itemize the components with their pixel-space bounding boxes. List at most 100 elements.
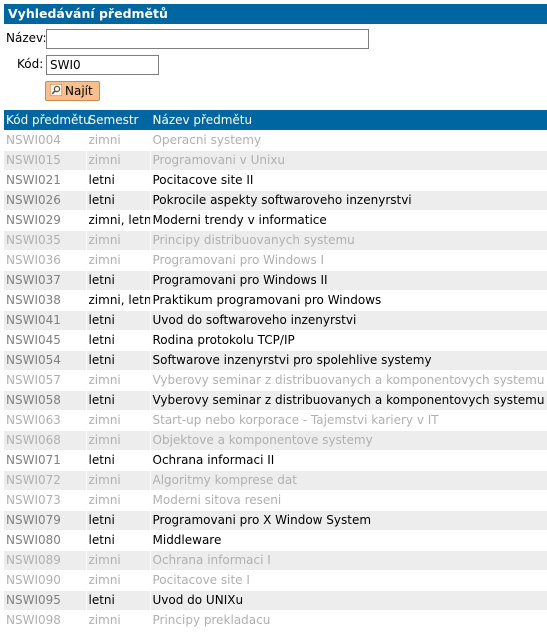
course-code-cell: NSWI045	[4, 330, 87, 351]
semester-cell: zimni	[86, 410, 151, 431]
column-header-code[interactable]: Kód předmětu	[4, 110, 91, 130]
course-name-cell[interactable]: Praktikum programovani pro Windows	[150, 290, 547, 311]
semester-cell: letni	[86, 530, 151, 551]
table-row[interactable]: NSWI057 zimni Vyberovy seminar z distribuo…	[4, 370, 547, 391]
table-row[interactable]: NSWI072 zimni Algoritmy komprese dat	[4, 470, 547, 491]
table-row[interactable]: NSWI095 letni Uvod do UNIXu	[4, 590, 547, 611]
semester-cell: zimni	[86, 570, 151, 591]
course-name-cell[interactable]: Vyberovy seminar z distribuovanych a kom…	[150, 370, 547, 391]
table-row[interactable]: NSWI037 letni Programovani pro Windows II	[4, 270, 547, 291]
table-row[interactable]: NSWI071 letni Ochrana informaci II	[4, 450, 547, 471]
table-row[interactable]: NSWI089 zimni Ochrana informaci I	[4, 550, 547, 571]
table-row[interactable]: NSWI073 zimni Moderni sitova reseni	[4, 490, 547, 511]
course-name-cell[interactable]: Principy distribuovanych systemu	[150, 230, 547, 251]
table-row[interactable]: NSWI098 zimni Principy prekladacu	[4, 610, 547, 631]
course-code-cell: NSWI063	[4, 410, 87, 431]
course-name-cell[interactable]: Pocitacove site II	[150, 170, 547, 191]
code-input[interactable]	[46, 55, 159, 75]
name-input[interactable]	[46, 29, 369, 49]
column-header-semester[interactable]: Semestr	[86, 110, 151, 130]
semester-cell: letni	[86, 310, 151, 331]
course-code-cell: NSWI054	[4, 350, 87, 371]
table-row[interactable]: NSWI026 letni Pokrocile aspekty softwarove…	[4, 190, 547, 211]
course-name-cell[interactable]: Middleware	[150, 530, 547, 551]
table-row[interactable]: NSWI045 letni Rodina protokolu TCP/IP	[4, 330, 547, 351]
course-name-cell[interactable]: Pokrocile aspekty softwaroveho inzenyrst…	[150, 190, 547, 211]
semester-cell: zimni	[86, 470, 151, 491]
course-code-cell: NSWI041	[4, 310, 87, 331]
course-name-cell[interactable]: Start-up nebo korporace - Tajemstvi kari…	[150, 410, 547, 431]
table-row[interactable]: NSWI079 letni Programovani pro X Window Sy…	[4, 510, 547, 531]
course-name-cell[interactable]: Uvod do UNIXu	[150, 590, 547, 611]
semester-cell: letni	[86, 330, 151, 351]
semester-cell: zimni, letni	[86, 210, 151, 231]
course-code-cell: NSWI079	[4, 510, 87, 531]
course-name-cell[interactable]: Programovani pro Windows I	[150, 250, 547, 271]
course-name-cell[interactable]: Softwarove inzenyrstvi pro spolehlive sy…	[150, 350, 547, 371]
course-code-cell: NSWI072	[4, 470, 87, 491]
course-name-cell[interactable]: Programovani pro Windows II	[150, 270, 547, 291]
table-row[interactable]: NSWI068 zimni Objektove a komponentove sys…	[4, 430, 547, 451]
table-row[interactable]: NSWI036 zimni Programovani pro Windows I	[4, 250, 547, 271]
course-code-cell: NSWI098	[4, 610, 87, 631]
semester-cell: letni	[86, 170, 151, 191]
course-name-cell[interactable]: Vyberovy seminar z distribuovanych a kom…	[150, 390, 547, 411]
table-row[interactable]: NSWI041 letni Uvod do softwaroveho inzenyr…	[4, 310, 547, 331]
table-row[interactable]: NSWI015 zimni Programovani v Unixu	[4, 150, 547, 171]
course-code-cell: NSWI026	[4, 190, 87, 211]
course-code-cell: NSWI036	[4, 250, 87, 271]
magnifier-icon	[49, 83, 63, 101]
course-code-cell: NSWI090	[4, 570, 87, 591]
semester-cell: letni	[86, 590, 151, 611]
course-name-cell[interactable]: Moderni trendy v informatice	[150, 210, 547, 231]
course-code-cell: NSWI068	[4, 430, 87, 451]
course-code-cell: NSWI015	[4, 150, 87, 171]
semester-cell: letni	[86, 350, 151, 371]
search-button[interactable]: Najít	[45, 81, 100, 101]
table-row[interactable]: NSWI021 letni Pocitacove site II	[4, 170, 547, 191]
course-code-cell: NSWI095	[4, 590, 87, 611]
semester-cell: letni	[86, 510, 151, 531]
table-row[interactable]: NSWI004 zimni Operacni systemy	[4, 130, 547, 151]
course-name-cell[interactable]: Operacni systemy	[150, 130, 547, 151]
course-code-cell: NSWI037	[4, 270, 87, 291]
course-name-cell[interactable]: Pocitacove site I	[150, 570, 547, 591]
semester-cell: zimni	[86, 490, 151, 511]
course-code-cell: NSWI035	[4, 230, 87, 251]
course-code-cell: NSWI021	[4, 170, 87, 191]
table-header-row: Kód předmětu Semestr Název předmětu	[4, 110, 547, 130]
semester-cell: zimni	[86, 150, 151, 171]
semester-cell: zimni	[86, 370, 151, 391]
table-row[interactable]: NSWI029 zimni, letni Moderni trendy v info…	[4, 210, 547, 231]
course-code-cell: NSWI057	[4, 370, 87, 391]
semester-cell: zimni	[86, 550, 151, 571]
semester-cell: letni	[86, 270, 151, 291]
table-row[interactable]: NSWI063 zimni Start-up nebo korporace - Ta…	[4, 410, 547, 431]
semester-cell: zimni, letni	[86, 290, 151, 311]
course-name-cell[interactable]: Ochrana informaci I	[150, 550, 547, 571]
course-name-cell[interactable]: Rodina protokolu TCP/IP	[150, 330, 547, 351]
table-row[interactable]: NSWI035 zimni Principy distribuovanych sys…	[4, 230, 547, 251]
course-name-cell[interactable]: Programovani pro X Window System	[150, 510, 547, 531]
course-name-cell[interactable]: Uvod do softwaroveho inzenyrstvi	[150, 310, 547, 331]
course-code-cell: NSWI073	[4, 490, 87, 511]
course-code-cell: NSWI004	[4, 130, 87, 151]
course-name-cell[interactable]: Objektove a komponentove systemy	[150, 430, 547, 451]
table-row[interactable]: NSWI090 zimni Pocitacove site I	[4, 570, 547, 591]
table-row[interactable]: NSWI080 letni Middleware	[4, 530, 547, 551]
semester-cell: zimni	[86, 610, 151, 631]
course-name-cell[interactable]: Moderni sitova reseni	[150, 490, 547, 511]
table-row[interactable]: NSWI054 letni Softwarove inzenyrstvi pro s…	[4, 350, 547, 371]
table-row[interactable]: NSWI058 letni Vyberovy seminar z distribuo…	[4, 390, 547, 411]
column-header-name[interactable]: Název předmětu	[150, 110, 547, 130]
course-name-cell[interactable]: Algoritmy komprese dat	[150, 470, 547, 491]
course-name-cell[interactable]: Programovani v Unixu	[150, 150, 547, 171]
results-table: Kód předmětu Semestr Název předmětu NSWI…	[4, 110, 547, 631]
search-button-label: Najít	[65, 84, 93, 98]
name-label: Název:	[6, 31, 47, 45]
table-row[interactable]: NSWI038 zimni, letni Praktikum programovan…	[4, 290, 547, 311]
course-code-cell: NSWI058	[4, 390, 87, 411]
course-name-cell[interactable]: Ochrana informaci II	[150, 450, 547, 471]
course-name-cell[interactable]: Principy prekladacu	[150, 610, 547, 631]
course-code-cell: NSWI038	[4, 290, 87, 311]
